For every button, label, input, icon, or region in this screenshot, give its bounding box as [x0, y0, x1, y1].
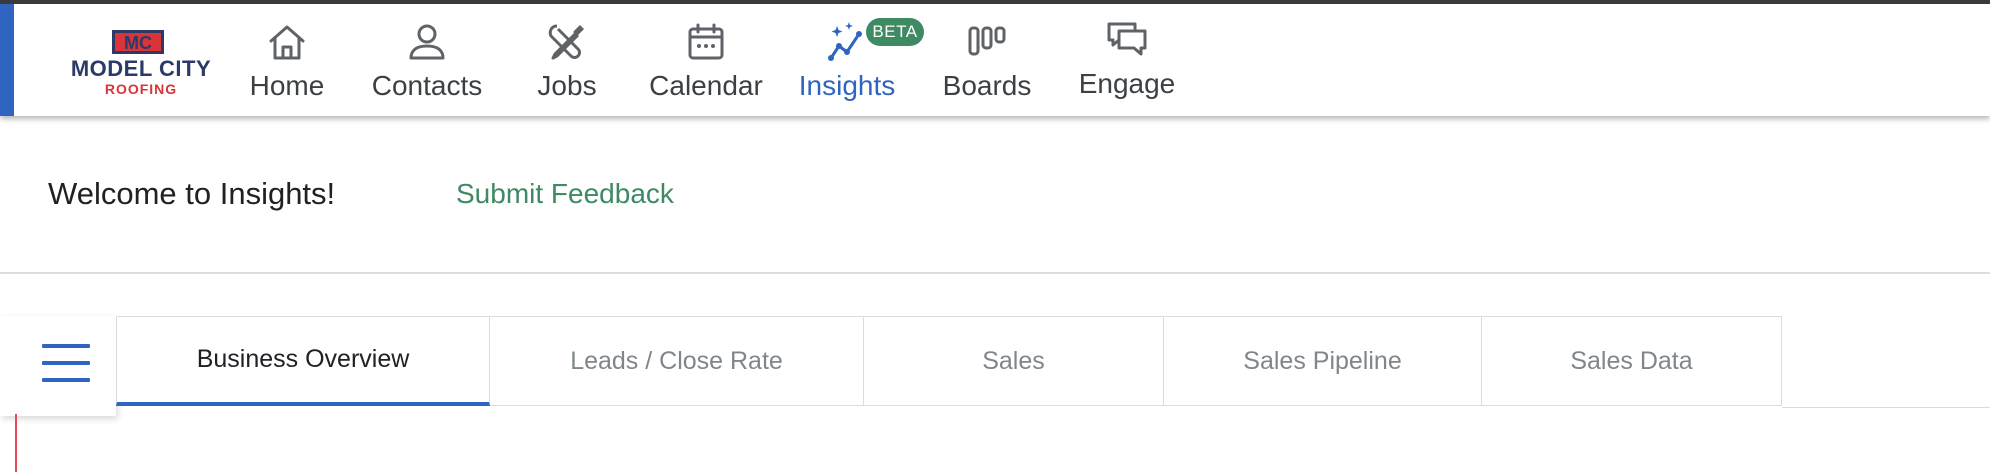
home-icon	[269, 25, 305, 60]
top-navigation-bar: MC MODEL CITY ROOFING Home Contacts Jobs	[0, 4, 1990, 116]
nav-item-calendar[interactable]: Calendar	[644, 18, 768, 108]
nav-item-boards[interactable]: Boards	[932, 18, 1042, 108]
tools-icon	[548, 24, 585, 60]
content-edge-marker	[15, 414, 17, 472]
nav-label-engage: Engage	[1078, 68, 1176, 99]
nav-label-insights: Insights	[798, 70, 896, 101]
calendar-icon	[688, 23, 724, 60]
svg-text:ROOFING: ROOFING	[105, 81, 177, 97]
nav-label-jobs: Jobs	[537, 70, 597, 101]
tab-leads-close-rate[interactable]: Leads / Close Rate	[490, 316, 864, 406]
tab-sales[interactable]: Sales	[864, 316, 1164, 406]
tabs-divider	[1782, 407, 1990, 408]
boards-icon	[968, 26, 1006, 56]
nav-label-calendar: Calendar	[649, 70, 763, 101]
chat-bubbles-icon	[1107, 22, 1147, 56]
hamburger-menu-button[interactable]	[0, 316, 116, 416]
svg-text:MC: MC	[124, 33, 152, 53]
nav-label-contacts: Contacts	[371, 70, 483, 101]
person-icon	[409, 24, 445, 60]
insights-sparkle-icon	[828, 22, 862, 61]
beta-badge: BETA	[866, 18, 924, 46]
nav-label-boards: Boards	[942, 70, 1032, 101]
nav-label-home: Home	[249, 70, 325, 101]
tab-sales-pipeline[interactable]: Sales Pipeline	[1164, 316, 1482, 406]
header-divider	[0, 272, 1990, 274]
svg-text:MODEL CITY: MODEL CITY	[71, 56, 211, 81]
welcome-heading: Welcome to Insights!	[48, 176, 336, 211]
nav-accent-bar	[0, 4, 14, 116]
nav-item-jobs[interactable]: Jobs	[520, 18, 614, 108]
nav-item-engage[interactable]: Engage	[1072, 18, 1182, 108]
tab-sales-data[interactable]: Sales Data	[1482, 316, 1782, 406]
nav-item-contacts[interactable]: Contacts	[364, 18, 490, 108]
company-logo[interactable]: MC MODEL CITY ROOFING	[66, 24, 216, 102]
tab-business-overview[interactable]: Business Overview	[116, 316, 490, 406]
nav-item-home[interactable]: Home	[240, 18, 334, 108]
submit-feedback-link[interactable]: Submit Feedback	[456, 178, 674, 210]
